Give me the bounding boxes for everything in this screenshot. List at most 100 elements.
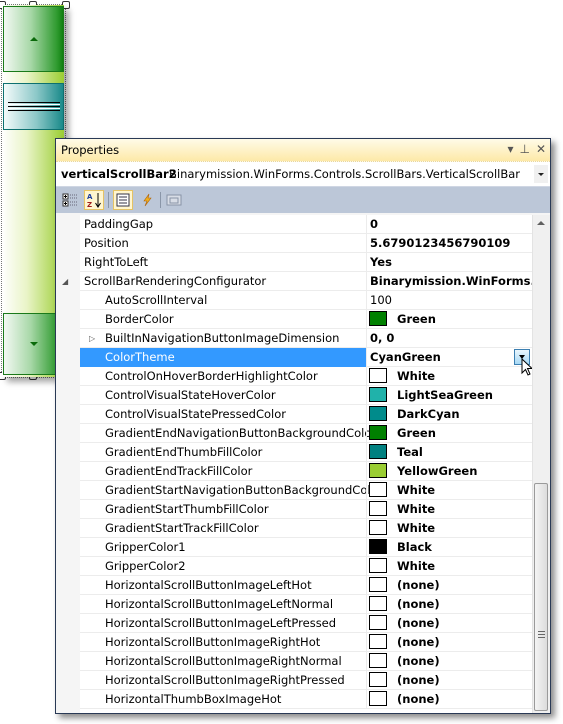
- property-row[interactable]: GripperColor2 White: [80, 557, 540, 576]
- column-divider[interactable]: [366, 367, 367, 385]
- property-row[interactable]: ControlOnHoverBorderHighlightColor White: [80, 367, 540, 386]
- thumb-grip-line: [538, 634, 545, 635]
- window-position-dropdown-icon[interactable]: ▾: [507, 142, 513, 156]
- property-name: GradientStartNavigationButtonBackgroundC…: [105, 483, 383, 497]
- property-value[interactable]: Black: [397, 540, 537, 554]
- events-button[interactable]: [137, 190, 157, 210]
- property-value[interactable]: White: [397, 521, 537, 535]
- property-row[interactable]: GradientEndTrackFillColor YellowGreen: [80, 462, 540, 481]
- column-divider[interactable]: [366, 652, 367, 670]
- property-value[interactable]: (none): [397, 692, 537, 706]
- column-divider[interactable]: [366, 272, 367, 290]
- scroll-thumb[interactable]: [3, 83, 64, 130]
- pin-icon[interactable]: ⊥: [519, 142, 529, 156]
- property-row[interactable]: HorizontalThumbBoxImageHot (none): [80, 690, 540, 709]
- property-value[interactable]: LightSeaGreen: [397, 388, 537, 402]
- property-value[interactable]: 0, 0: [370, 331, 540, 345]
- scroll-up-arrow-icon[interactable]: [537, 221, 545, 225]
- property-row[interactable]: ▷ BuiltInNavigationButtonImageDimension 0,…: [80, 329, 540, 348]
- property-pages-button[interactable]: [164, 190, 184, 210]
- property-value[interactable]: Yes: [370, 255, 540, 269]
- property-value[interactable]: (none): [397, 673, 537, 687]
- property-value[interactable]: (none): [397, 578, 537, 592]
- column-divider[interactable]: [366, 557, 367, 575]
- property-value[interactable]: 0: [370, 217, 540, 231]
- property-row[interactable]: HorizontalScrollButtonImageLeftPressed (n…: [80, 614, 540, 633]
- property-row[interactable]: HorizontalScrollButtonImageRightHot (none…: [80, 633, 540, 652]
- categorized-button[interactable]: [60, 190, 80, 210]
- column-divider[interactable]: [366, 386, 367, 404]
- column-divider[interactable]: [366, 519, 367, 537]
- property-grid-scroll-thumb[interactable]: [534, 483, 548, 711]
- column-divider[interactable]: [366, 462, 367, 480]
- property-value[interactable]: (none): [397, 616, 537, 630]
- property-value[interactable]: White: [397, 483, 537, 497]
- column-divider[interactable]: [366, 253, 367, 271]
- property-name: ScrollBarRenderingConfigurator: [84, 274, 267, 288]
- property-row[interactable]: GradientEndNavigationButtonBackgroundCol…: [80, 424, 540, 443]
- property-row[interactable]: GripperColor1 Black: [80, 538, 540, 557]
- property-value[interactable]: White: [397, 502, 537, 516]
- column-divider[interactable]: [366, 614, 367, 632]
- object-dropdown-button[interactable]: [534, 165, 548, 183]
- column-divider[interactable]: [366, 348, 367, 366]
- property-value[interactable]: (none): [397, 635, 537, 649]
- collapse-triangle-icon[interactable]: ◢: [62, 277, 68, 286]
- property-value[interactable]: Green: [397, 426, 537, 440]
- property-value[interactable]: Binarymission.WinForms.Controls.ScrollBa…: [370, 274, 540, 288]
- property-value[interactable]: Green: [397, 312, 537, 326]
- column-divider[interactable]: [366, 500, 367, 518]
- property-row[interactable]: GradientStartThumbFillColor White: [80, 500, 540, 519]
- column-divider[interactable]: [366, 595, 367, 613]
- column-divider[interactable]: [366, 291, 367, 309]
- svg-text:Z: Z: [87, 201, 92, 208]
- column-divider[interactable]: [366, 329, 367, 347]
- property-value[interactable]: DarkCyan: [397, 407, 537, 421]
- property-value[interactable]: White: [397, 559, 537, 573]
- properties-window: Properties ▾ ⊥ ✕ verticalScrollBar2 Bina…: [55, 138, 551, 714]
- property-row[interactable]: HorizontalScrollButtonImageLeftNormal (no…: [80, 595, 540, 614]
- property-row[interactable]: HorizontalScrollButtonImageLeftHot (none): [80, 576, 540, 595]
- column-divider[interactable]: [366, 671, 367, 689]
- property-grid-scrollbar[interactable]: [532, 215, 550, 713]
- scroll-up-button[interactable]: [3, 6, 64, 72]
- column-divider[interactable]: [366, 538, 367, 556]
- expand-triangle-icon[interactable]: ▷: [89, 334, 95, 343]
- property-row[interactable]: ◢ ScrollBarRenderingConfigurator Binarymis…: [62, 272, 540, 291]
- column-divider[interactable]: [366, 633, 367, 651]
- property-value[interactable]: Teal: [397, 445, 537, 459]
- property-row[interactable]: AutoScrollInterval 100: [80, 291, 540, 310]
- column-divider[interactable]: [366, 234, 367, 252]
- property-row[interactable]: GradientStartTrackFillColor White: [80, 519, 540, 538]
- column-divider[interactable]: [366, 405, 367, 423]
- property-row[interactable]: HorizontalScrollButtonImageRightPressed (…: [80, 671, 540, 690]
- column-divider[interactable]: [366, 424, 367, 442]
- property-value[interactable]: YellowGreen: [397, 464, 537, 478]
- property-value[interactable]: (none): [397, 654, 537, 668]
- close-icon[interactable]: ✕: [536, 142, 546, 156]
- property-row[interactable]: GradientStartNavigationButtonBackgroundC…: [80, 481, 540, 500]
- object-selector[interactable]: verticalScrollBar2 Binarymission.WinForm…: [56, 162, 550, 187]
- column-divider[interactable]: [366, 443, 367, 461]
- property-row[interactable]: ControlVisualStateHoverColor LightSeaGree…: [80, 386, 540, 405]
- property-row[interactable]: GradientEndThumbFillColor Teal: [80, 443, 540, 462]
- column-divider[interactable]: [366, 481, 367, 499]
- column-divider[interactable]: [366, 576, 367, 594]
- property-row[interactable]: ControlVisualStatePressedColor DarkCyan: [80, 405, 540, 424]
- property-row[interactable]: Position 5.6790123456790109: [80, 234, 540, 253]
- property-row[interactable]: PaddingGap 0: [80, 215, 540, 234]
- property-value[interactable]: White: [397, 369, 537, 383]
- column-divider[interactable]: [366, 215, 367, 233]
- property-row[interactable]: RightToLeft Yes: [80, 253, 540, 272]
- property-value[interactable]: (none): [397, 597, 537, 611]
- property-row[interactable]: HorizontalScrollButtonImageRightNormal (n…: [80, 652, 540, 671]
- property-row[interactable]: BorderColor Green: [80, 310, 540, 329]
- column-divider[interactable]: [366, 310, 367, 328]
- gripper-line: [7, 104, 60, 105]
- column-divider[interactable]: [366, 690, 367, 708]
- property-value[interactable]: 100: [370, 293, 540, 307]
- property-row[interactable]: ColorTheme CyanGreen: [80, 348, 540, 376]
- alphabetical-button[interactable]: A Z: [84, 190, 104, 210]
- properties-view-button[interactable]: [113, 190, 133, 210]
- property-value[interactable]: 5.6790123456790109: [370, 236, 540, 250]
